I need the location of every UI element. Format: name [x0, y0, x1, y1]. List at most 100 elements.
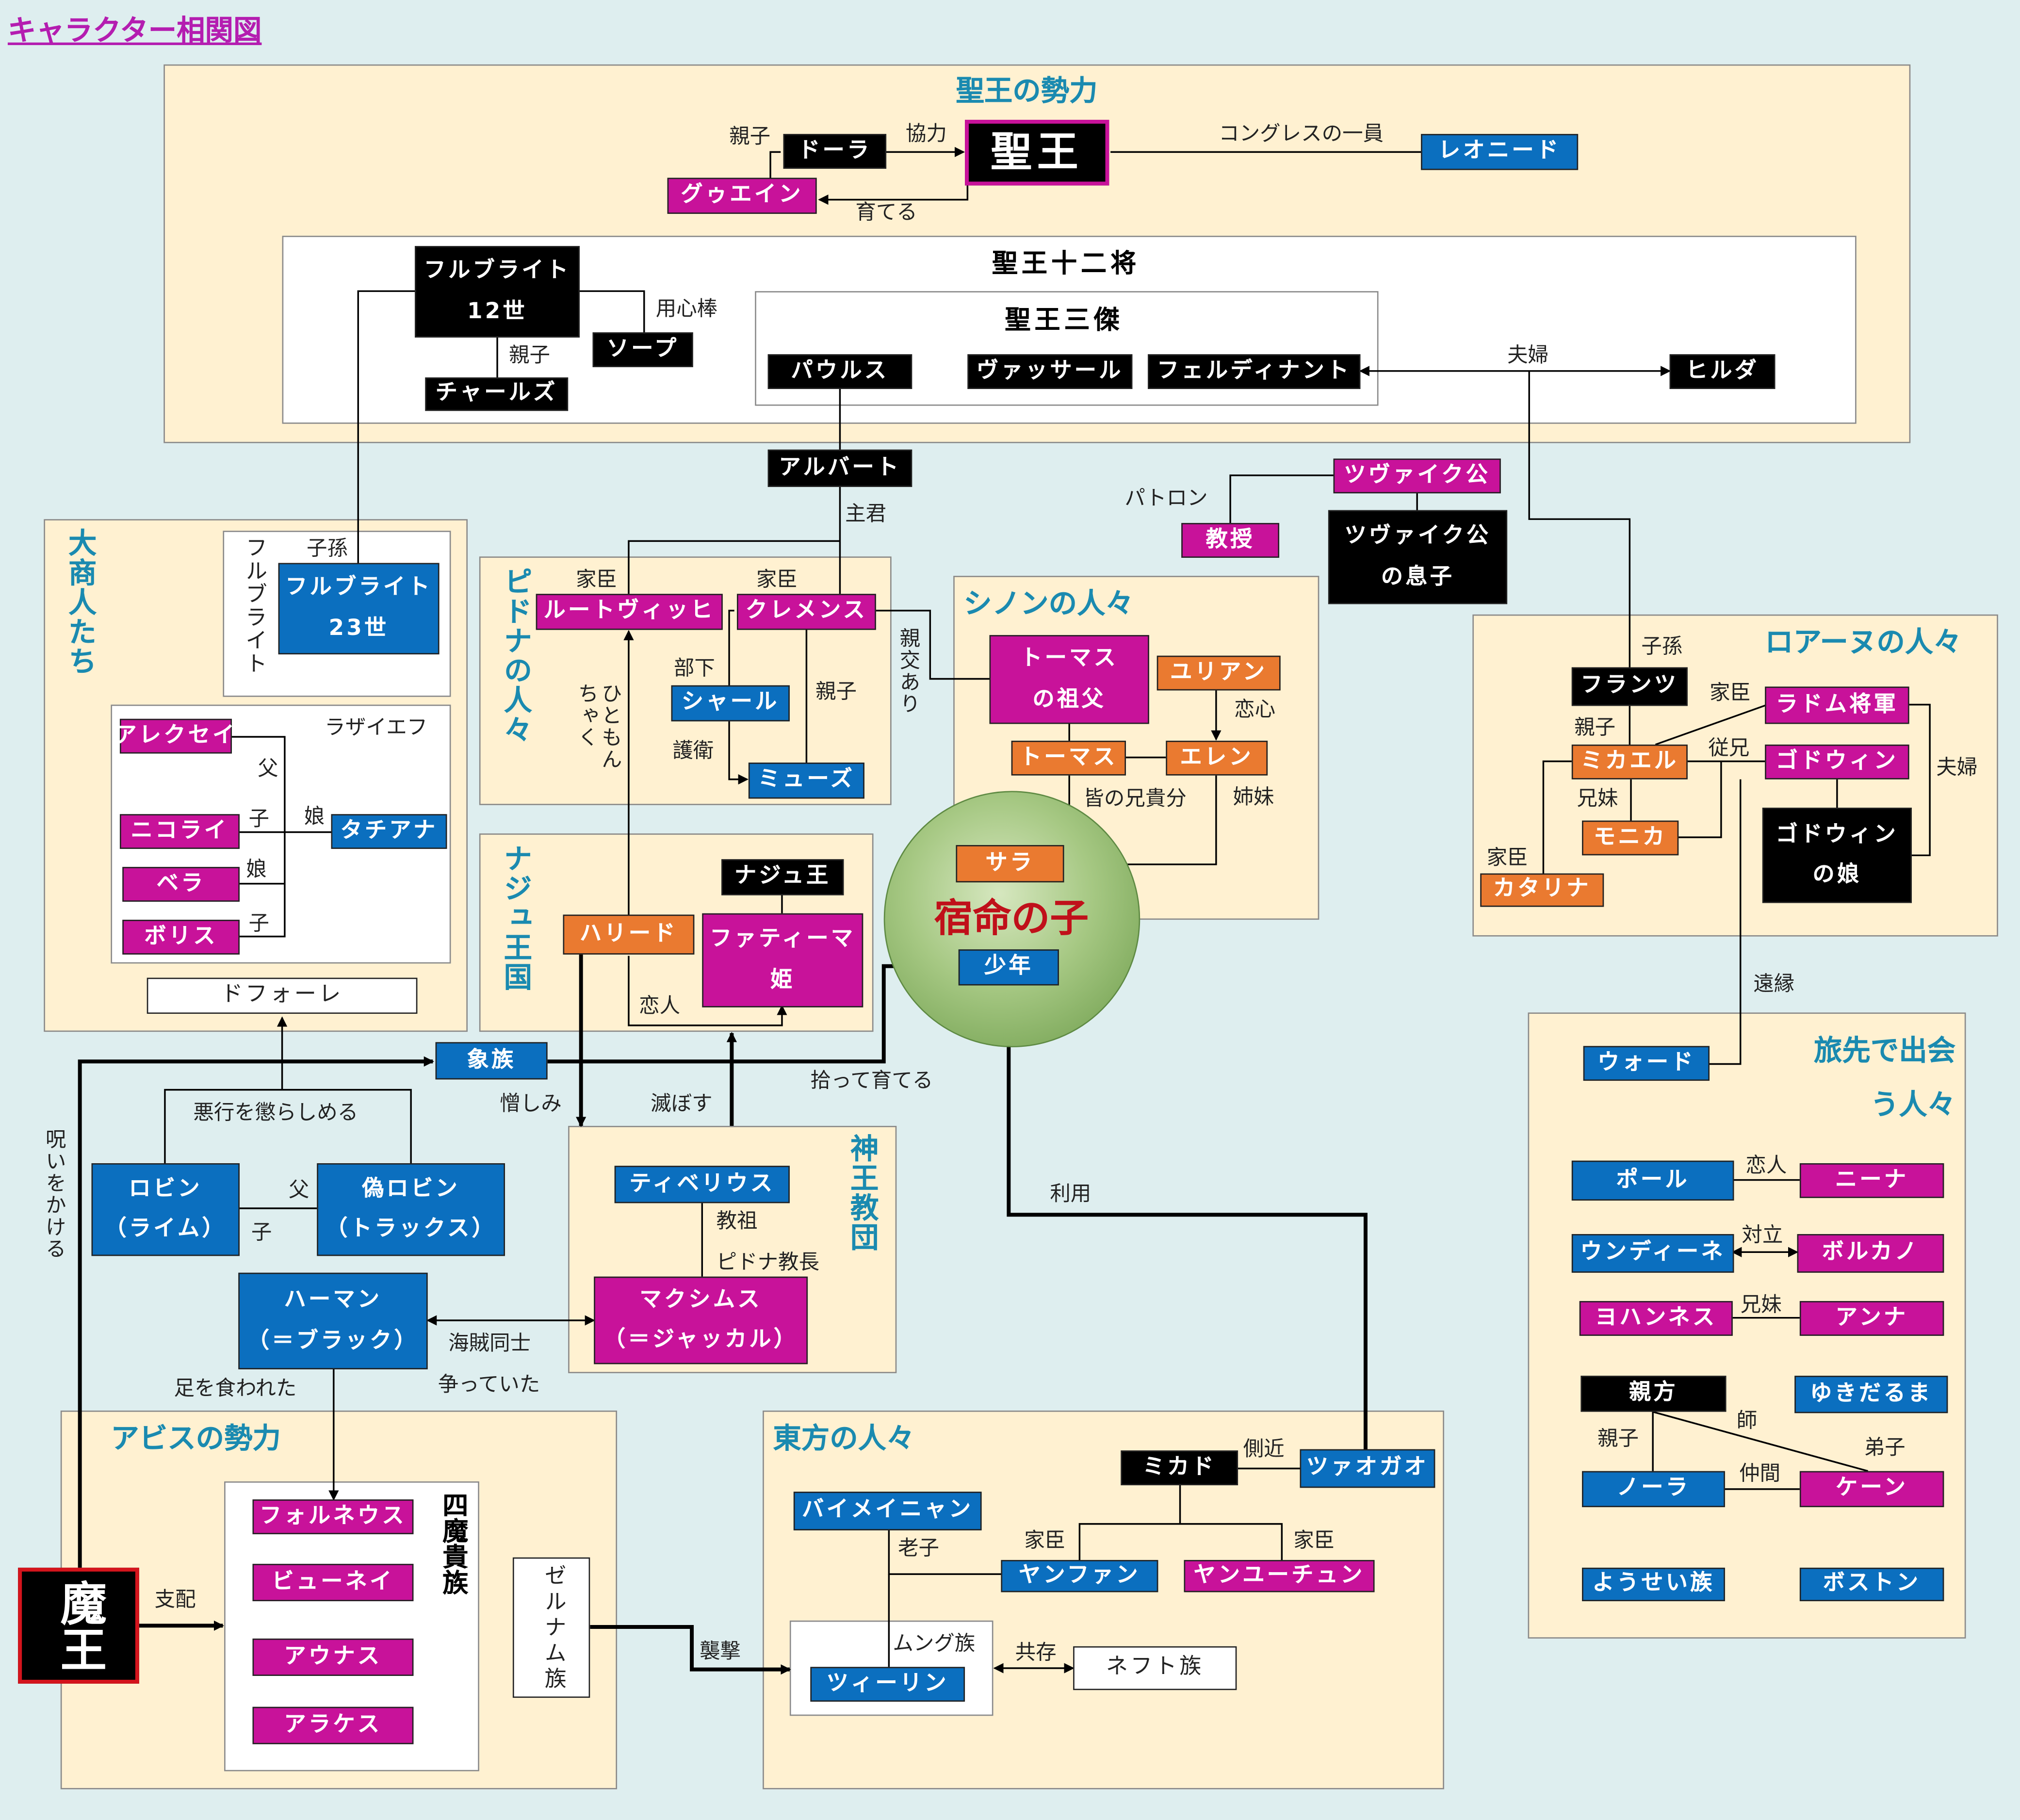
node-forneus[interactable]: フォルネウス [252, 1499, 414, 1534]
node-thomas[interactable]: トーマス [1011, 740, 1126, 776]
line-ferdinand-franz [1528, 371, 1631, 667]
node-seio[interactable]: 聖王 [965, 119, 1109, 186]
node-nikolai[interactable]: ニコライ [119, 814, 240, 849]
label-sodateru: 育てる [855, 199, 917, 225]
node-clemens[interactable]: クレメンス [737, 594, 876, 630]
node-boston[interactable]: ボストン [1799, 1567, 1944, 1601]
line-albert-retainers [628, 487, 841, 594]
node-fatima[interactable]: ファティーマ 姫 [702, 913, 863, 1008]
node-tiberius[interactable]: ティベリウス [614, 1166, 790, 1203]
node-fulbright23[interactable]: フルブライト 23世 [278, 563, 440, 655]
node-franz[interactable]: フランツ [1571, 667, 1688, 706]
label-sokkin: 側近 [1243, 1436, 1285, 1461]
node-robin[interactable]: ロビン （ライム） [91, 1163, 240, 1256]
node-aunas[interactable]: アウナス [252, 1638, 414, 1676]
node-mikhail[interactable]: ミカエル [1571, 744, 1688, 780]
node-maou[interactable]: 魔王 [18, 1567, 139, 1684]
node-baimei[interactable]: バイメイニャン [793, 1492, 982, 1530]
node-sharl[interactable]: シャール [671, 685, 790, 722]
node-najyu-king[interactable]: ナジュ王 [721, 859, 844, 895]
node-godwin-daughter[interactable]: ゴドウィン の娘 [1762, 808, 1912, 903]
node-leonid[interactable]: レオニード [1421, 134, 1579, 170]
node-paul[interactable]: ポール [1571, 1160, 1734, 1201]
node-bella[interactable]: ベラ [122, 867, 240, 902]
node-fulbright12[interactable]: フルブライト 12世 [415, 246, 580, 338]
label-kashin2: 家臣 [756, 567, 798, 591]
node-arakes[interactable]: アラケス [252, 1706, 414, 1744]
node-nina[interactable]: ニーナ [1799, 1163, 1944, 1198]
node-sara[interactable]: サラ [956, 845, 1064, 883]
node-johannes[interactable]: ヨハンネス [1579, 1301, 1733, 1336]
node-yanyuchun[interactable]: ヤンユーチュン [1184, 1560, 1375, 1592]
node-monica[interactable]: モニカ [1582, 820, 1679, 856]
label-koigokoro: 恋心 [1234, 697, 1276, 722]
node-yanfan[interactable]: ヤンファン [1001, 1560, 1158, 1592]
label-oyako1: 親子 [729, 123, 771, 148]
label-kyoryoku: 協力 [905, 121, 947, 146]
node-zwei-son-line2: の息子 [1381, 563, 1455, 589]
node-charles[interactable]: チャールズ [425, 377, 569, 411]
node-ken[interactable]: ケーン [1799, 1471, 1944, 1508]
node-tiilin[interactable]: ツィーリン [810, 1667, 965, 1702]
label-kashin5: 家臣 [1024, 1528, 1066, 1553]
node-zwei[interactable]: ツヴァイク公 [1333, 458, 1501, 494]
node-maximus-line2: （＝ジャッカル） [603, 1327, 798, 1353]
node-volcano[interactable]: ボルカノ [1797, 1234, 1944, 1273]
label-kyoudai2: 兄妹 [1740, 1292, 1782, 1317]
node-yukidaruma[interactable]: ゆきだるま [1794, 1376, 1948, 1414]
node-neft[interactable]: ネフト族 [1073, 1646, 1237, 1690]
node-harid[interactable]: ハリード [563, 914, 695, 955]
node-radom[interactable]: ラドム将軍 [1765, 686, 1909, 724]
node-thomas-grandfather[interactable]: トーマス の祖父 [989, 635, 1149, 724]
node-professor[interactable]: 教授 [1181, 523, 1280, 558]
node-zwei-son[interactable]: ツヴァイク公 の息子 [1328, 510, 1508, 604]
node-gwein[interactable]: グゥエイン [667, 178, 817, 214]
node-zelnam[interactable]: ゼルナム族 [512, 1557, 590, 1698]
label-itoko: 従兄 [1708, 735, 1750, 760]
node-undine[interactable]: ウンディーネ [1571, 1234, 1734, 1273]
node-albert[interactable]: アルバート [767, 449, 912, 487]
node-godwin[interactable]: ゴドウィン [1765, 744, 1909, 780]
node-boris[interactable]: ボリス [122, 920, 240, 955]
label-ashi: 足を食われた [174, 1376, 297, 1400]
line-seio-gwein [818, 183, 969, 205]
node-fulbright23-line1: フルブライト [285, 574, 432, 601]
node-harman[interactable]: ハーマン （＝ブラック） [238, 1272, 428, 1369]
node-byunei[interactable]: ビューネイ [252, 1563, 414, 1601]
node-oyakata[interactable]: 親方 [1580, 1376, 1727, 1412]
node-fairy[interactable]: ようせい族 [1582, 1567, 1725, 1601]
node-muse[interactable]: ミューズ [748, 763, 864, 799]
node-dora[interactable]: ドーラ [783, 134, 887, 169]
line-godwin-ward [1709, 779, 1742, 1065]
node-soap[interactable]: ソープ [592, 332, 693, 367]
node-ferdinand[interactable]: フェルディナント [1148, 354, 1361, 389]
node-ellen[interactable]: エレン [1166, 740, 1268, 776]
line-clemens-thomasgf [876, 610, 990, 680]
node-vassar[interactable]: ヴァッサール [967, 354, 1133, 389]
node-katarina[interactable]: カタリナ [1480, 873, 1604, 907]
label-musume1: 娘 [304, 804, 325, 829]
node-dforeille[interactable]: ドフォーレ [147, 977, 418, 1014]
node-zou[interactable]: 象族 [435, 1042, 548, 1080]
node-godwin-daughter-line2: の娘 [1812, 861, 1862, 888]
node-fulbright12-line2: 12世 [467, 298, 528, 324]
node-tsuaogao[interactable]: ツァオガオ [1300, 1449, 1435, 1488]
node-anna[interactable]: アンナ [1799, 1301, 1944, 1336]
label-oyako5: 親子 [1597, 1426, 1639, 1451]
node-julian[interactable]: ユリアン [1157, 655, 1281, 691]
node-boy[interactable]: 少年 [958, 949, 1059, 986]
line-zwei-professor [1229, 474, 1334, 523]
node-hilda[interactable]: ヒルダ [1669, 354, 1776, 389]
node-ludwig[interactable]: ルートヴィッヒ [536, 594, 723, 630]
node-thomas-grandfather-line2: の祖父 [1032, 686, 1106, 712]
node-maximus[interactable]: マクシムス （＝ジャッカル） [594, 1276, 808, 1365]
node-tatiana[interactable]: タチアナ [331, 814, 447, 849]
node-paulus[interactable]: パウルス [767, 354, 912, 389]
node-alexei[interactable]: アレクセイ [114, 718, 234, 754]
node-nora[interactable]: ノーラ [1582, 1471, 1725, 1508]
node-ward[interactable]: ウォード [1583, 1046, 1710, 1081]
label-koibito2: 恋人 [1745, 1153, 1787, 1178]
label-chichi2: 父 [288, 1177, 310, 1202]
node-mikado[interactable]: ミカド [1121, 1450, 1238, 1485]
node-fake-robin[interactable]: 偽ロビン （トラックス） [317, 1163, 505, 1256]
